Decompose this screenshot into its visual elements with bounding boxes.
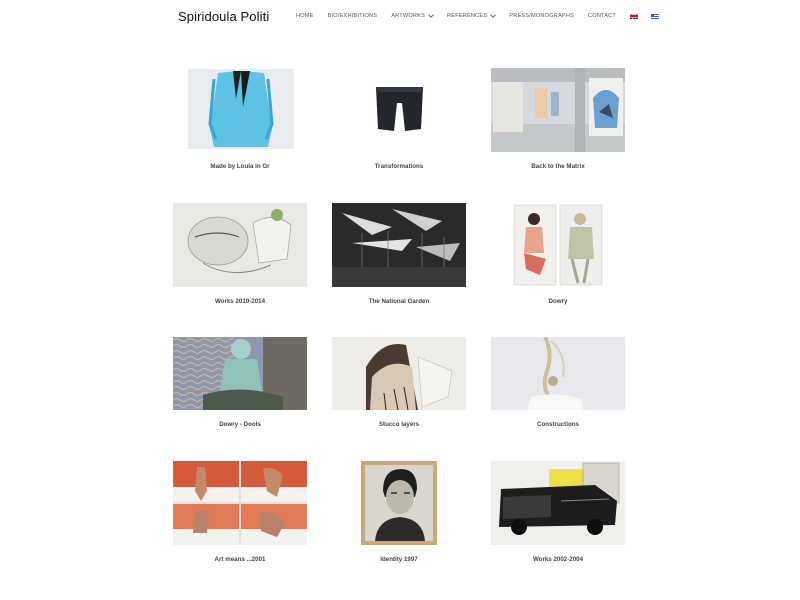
artwork-thumbnail[interactable] (491, 461, 625, 545)
gallery-card-transformations: Transformations (332, 68, 466, 178)
nav-press-monographs[interactable]: PRESS/MONOGRAPHS (509, 13, 574, 19)
gallery-card-made-by-loula: Made by Loula in Gr (173, 68, 307, 178)
gallery-card-constructions: Constructions (491, 337, 625, 447)
artwork-thumbnail[interactable] (491, 68, 625, 152)
nav-references[interactable]: REFERENCES (447, 12, 497, 19)
artwork-caption[interactable]: Transformations (332, 163, 466, 170)
artwork-caption[interactable]: Works 2002-2004 (491, 556, 625, 563)
artwork-thumbnail[interactable] (173, 461, 307, 545)
gallery-card-the-national-garden: The National Garden (332, 203, 466, 313)
nav-artworks[interactable]: ARTWORKS (391, 12, 434, 19)
artwork-caption[interactable]: Dowry - Dools (173, 421, 307, 428)
artwork-caption[interactable]: Art means ...2001 (173, 556, 307, 563)
artwork-caption[interactable]: Works 2010-2014 (173, 298, 307, 305)
artwork-caption[interactable]: Back to the Matrix (491, 163, 625, 170)
artwork-thumbnail[interactable] (372, 83, 427, 135)
chevron-down-icon (428, 12, 434, 18)
nav-contact[interactable]: CONTACT (588, 13, 616, 19)
artwork-thumbnail[interactable] (332, 203, 466, 287)
artwork-caption[interactable]: Made by Loula in Gr (173, 163, 307, 170)
artwork-caption[interactable]: Identity 1997 (332, 556, 466, 563)
gallery-card-dowry-dools: Dowry - Dools (173, 337, 307, 447)
gallery-card-works-2002-2004: Works 2002-2004 (491, 461, 625, 571)
gallery-card-art-means-2001: Art means ...2001 (173, 461, 307, 571)
gallery-card-works-2010-2014: Works 2010-2014 (173, 203, 307, 313)
artwork-thumbnail[interactable] (173, 337, 307, 410)
site-title[interactable]: Spiridoula Politi (178, 9, 269, 24)
gallery-card-back-to-the-matrix: Back to the Matrix (491, 68, 625, 178)
greek-flag-icon[interactable] (651, 13, 660, 19)
artwork-thumbnail[interactable] (173, 203, 307, 287)
artwork-thumbnail[interactable] (491, 337, 625, 410)
site-header: Spiridoula Politi HOME BIO/EXHIBITIONS A… (0, 0, 800, 36)
artwork-thumbnail[interactable] (512, 203, 604, 287)
artwork-caption[interactable]: The National Garden (332, 298, 466, 305)
nav-home[interactable]: HOME (296, 13, 314, 19)
gallery-card-stucco-layers: Stucco layers (332, 337, 466, 447)
artwork-thumbnail[interactable] (188, 69, 294, 149)
artwork-caption[interactable]: Constructions (491, 421, 625, 428)
nav-bio-exhibitions[interactable]: BIO/EXHIBITIONS (328, 13, 378, 19)
artwork-thumbnail[interactable] (361, 461, 437, 545)
main-nav: HOME BIO/EXHIBITIONS ARTWORKS REFERENCES… (296, 12, 672, 19)
artwork-caption[interactable]: Dowry (491, 298, 625, 305)
artwork-thumbnail[interactable] (332, 337, 466, 410)
chevron-down-icon (490, 12, 497, 18)
gallery-card-dowry: Dowry (491, 203, 625, 313)
uk-flag-icon[interactable] (630, 13, 639, 19)
artwork-caption[interactable]: Stucco layers (332, 421, 466, 428)
gallery-card-identity-1997: Identity 1997 (332, 461, 466, 571)
